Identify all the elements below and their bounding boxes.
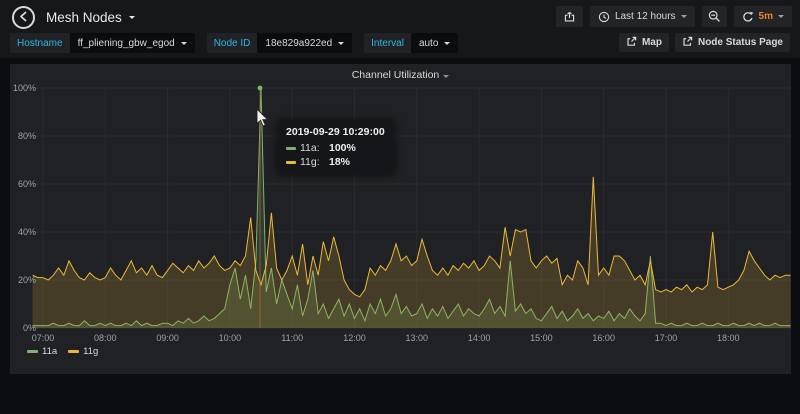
x-tick-label: 15:00 [521,333,561,343]
legend: 11a 11g [27,346,98,357]
x-tick-label: 18:00 [708,333,748,343]
share-button[interactable] [556,6,583,27]
tooltip-row-11a: 11a: 100% [286,142,385,154]
x-tick-label: 11:00 [272,333,312,343]
variable-hostname-selected: ff_pliening_gbw_egod [78,38,175,49]
series-color-swatch [286,147,296,150]
zoom-out-icon [708,10,721,23]
x-tick-label: 08:00 [85,333,125,343]
graph-tooltip: 2019-09-29 10:29:00 11a: 100% 11g: 18% [277,120,395,175]
node-status-page-label: Node Status Page [698,37,783,48]
tooltip-timestamp: 2019-09-29 10:29:00 [286,126,385,138]
chevron-down-icon [681,15,687,18]
legend-item-11a[interactable]: 11a [27,346,57,357]
variable-nodeid-selected: 18e829a922ed [265,38,332,49]
variable-nodeid: Node ID 18e829a922ed [207,33,352,53]
variable-nodeid-label: Node ID [207,33,258,53]
x-tick-label: 13:00 [397,333,437,343]
map-link[interactable]: Map [619,33,669,52]
variable-interval-label: Interval [364,33,411,53]
tooltip-row-11g: 11g: 18% [286,156,385,168]
variable-interval: Interval auto [364,33,458,53]
external-link-icon [626,36,637,50]
chevron-down-icon [129,16,135,19]
external-link-icon [682,36,693,50]
variable-hostname-value[interactable]: ff_pliening_gbw_egod [70,33,195,53]
channel-utilization-panel: Channel Utilization 0%20%40%60%80%100% 0… [10,64,791,374]
x-tick-label: 16:00 [584,333,624,343]
y-tick-label: 60% [10,179,36,189]
x-tick-label: 10:00 [210,333,250,343]
y-tick-label: 80% [10,131,36,141]
legend-label: 11g [83,346,98,357]
variable-interval-value[interactable]: auto [411,33,458,53]
time-series-graph[interactable] [10,64,791,374]
clock-icon [598,11,610,23]
y-tick-label: 20% [10,275,36,285]
series-color-swatch [286,161,296,164]
legend-item-11g[interactable]: 11g [68,346,98,357]
chevron-down-icon [181,42,187,45]
variable-nodeid-value[interactable]: 18e829a922ed [257,33,352,53]
legend-label: 11a [42,346,57,357]
refresh-interval-label: 5m [759,11,773,22]
map-link-label: Map [642,37,662,48]
series-color-swatch [68,350,79,353]
refresh-icon [742,11,754,23]
x-tick-label: 12:00 [335,333,375,343]
refresh-button[interactable]: 5m [734,6,792,27]
dashboard-title-label: Mesh Nodes [46,10,122,25]
zoom-out-button[interactable] [702,6,727,27]
y-tick-label: 100% [10,83,36,93]
time-range-label: Last 12 hours [615,11,676,22]
variable-interval-selected: auto [419,38,438,49]
variable-hostname: Hostname ff_pliening_gbw_egod [10,33,195,53]
series-color-swatch [27,350,38,353]
variable-hostname-label: Hostname [10,33,70,53]
x-tick-label: 09:00 [148,333,188,343]
chevron-down-icon [778,15,784,18]
time-range-picker[interactable]: Last 12 hours [590,6,695,27]
dashboard-title[interactable]: Mesh Nodes [46,10,135,25]
chevron-down-icon [338,42,344,45]
back-arrow-icon [18,9,29,27]
x-tick-label: 17:00 [646,333,686,343]
back-button[interactable] [12,6,35,29]
x-tick-label: 14:00 [459,333,499,343]
node-status-page-link[interactable]: Node Status Page [675,33,790,52]
chevron-down-icon [444,42,450,45]
share-icon [563,10,576,23]
x-tick-label: 07:00 [23,333,63,343]
y-tick-label: 40% [10,227,36,237]
y-tick-label: 0% [10,323,36,333]
